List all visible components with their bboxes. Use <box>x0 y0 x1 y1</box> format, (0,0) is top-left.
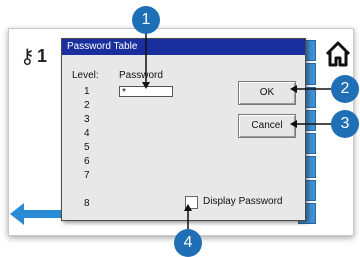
password-column-header: Password <box>119 70 163 81</box>
cancel-button[interactable]: Cancel <box>238 114 296 138</box>
level-number: 8 <box>84 198 90 209</box>
key-icon: ⚷ <box>20 44 35 68</box>
level-number: 1 <box>84 86 90 97</box>
callout-3: 3 <box>331 110 359 138</box>
key-count: 1 <box>37 46 48 66</box>
level-number: 3 <box>84 114 90 125</box>
callout-4: 4 <box>174 229 202 257</box>
password-input-level-1[interactable]: * <box>119 86 173 98</box>
level-number: 4 <box>84 128 90 139</box>
level-number: 6 <box>84 156 90 167</box>
level-number: 5 <box>84 142 90 153</box>
callout-1: 1 <box>132 6 160 34</box>
display-password-checkbox[interactable] <box>185 196 198 209</box>
level-column-header: Level: <box>72 70 99 81</box>
dialog-title: Password Table <box>62 39 305 55</box>
display-password-label: Display Password <box>203 196 283 207</box>
level-number: 7 <box>84 170 90 181</box>
level-number: 2 <box>84 100 90 111</box>
home-icon[interactable] <box>324 40 352 68</box>
ok-button[interactable]: OK <box>238 81 296 105</box>
password-table-dialog: Password Table Level: Password 1 2 3 4 5… <box>61 38 306 221</box>
callout-2: 2 <box>331 75 359 103</box>
